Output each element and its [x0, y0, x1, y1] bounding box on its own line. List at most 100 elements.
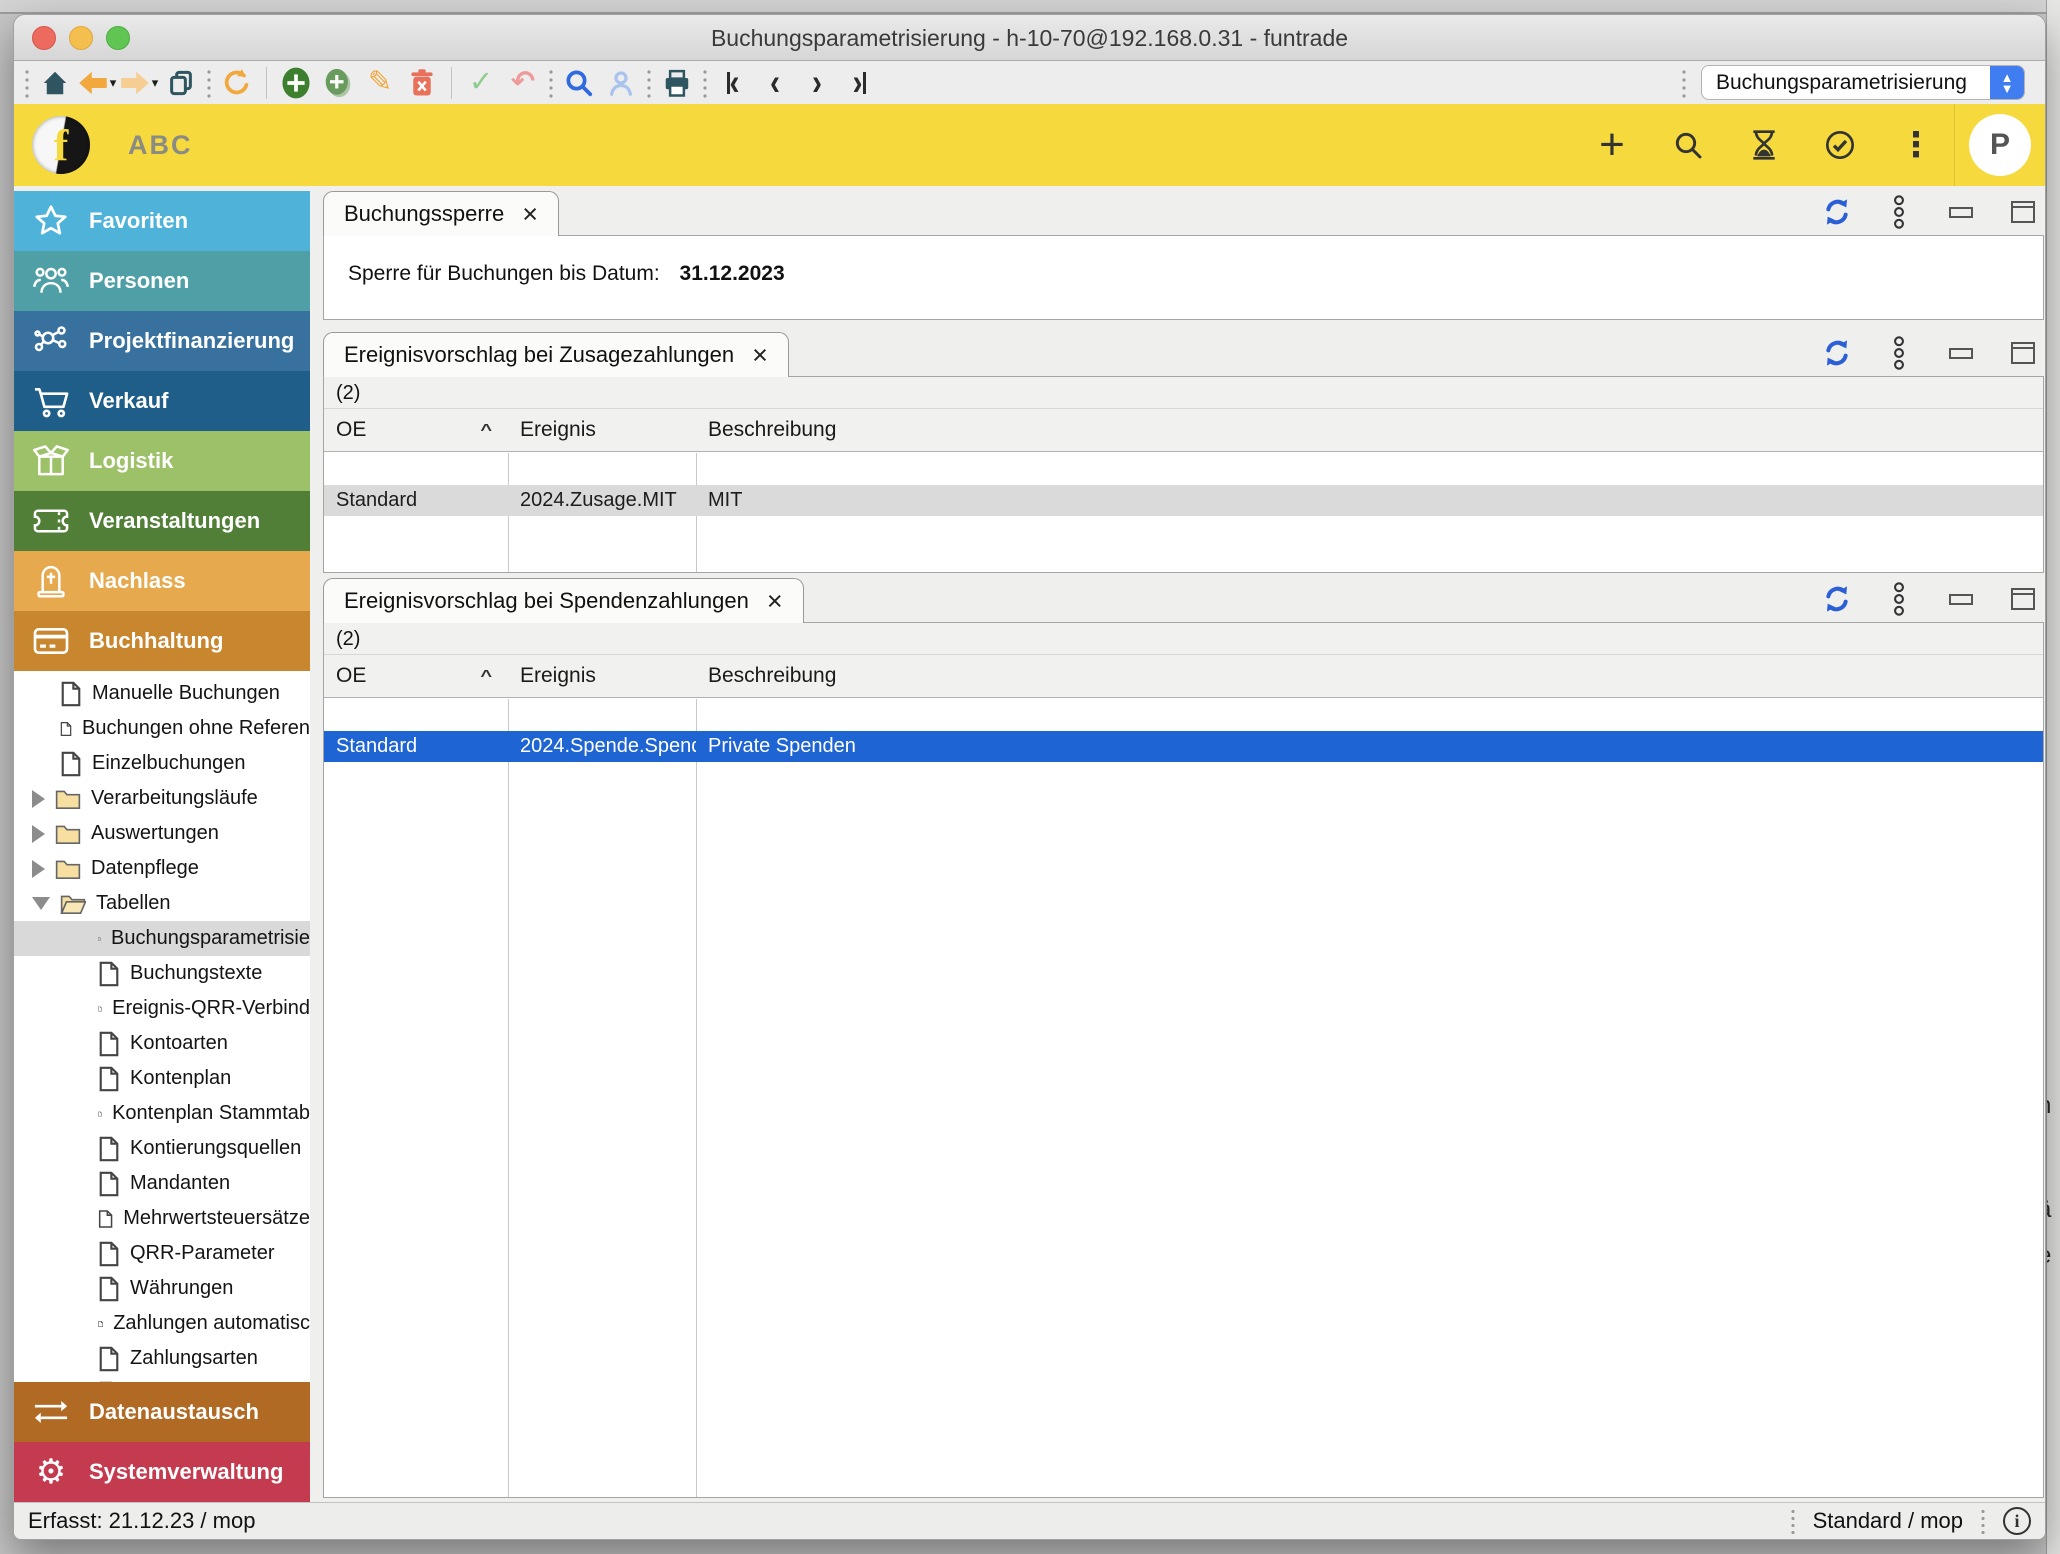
collapse-caret-icon[interactable] — [32, 897, 50, 910]
edit-pencil-button[interactable]: ✎ — [359, 66, 401, 100]
tree-item-kontierungsquellen[interactable]: Kontierungsquellen — [14, 1131, 310, 1166]
column-header-beschreibung[interactable]: Beschreibung — [696, 664, 2043, 688]
windows-button[interactable] — [160, 66, 202, 100]
refresh-button[interactable] — [216, 66, 258, 100]
sidebar-item-buchhaltung[interactable]: Buchhaltung — [14, 611, 310, 671]
tree-folder-tabellen[interactable]: Tabellen — [14, 886, 310, 921]
tree-item-buchungsparametrisierung-selected[interactable]: Buchungsparametrisie — [14, 921, 310, 956]
tree-item-buchungen-ohne-referenz[interactable]: Buchungen ohne Referen — [14, 711, 310, 746]
titlebar: Buchungsparametrisierung - h-10-70@192.1… — [14, 15, 2045, 61]
sidebar-item-personen[interactable]: Personen — [14, 251, 310, 311]
tree-item-mehrwertsteuersaetze[interactable]: Mehrwertsteuersätze — [14, 1201, 310, 1236]
statusbar-drag-handle[interactable] — [1789, 1508, 1797, 1534]
sidebar-item-systemverwaltung[interactable]: ⚙ Systemverwaltung — [14, 1442, 310, 1502]
tab-buchungssperre[interactable]: Buchungssperre × — [323, 191, 559, 236]
previous-record-button[interactable]: ‹ — [754, 66, 796, 100]
view-selector-dropdown[interactable]: Buchungsparametrisierung ▲▼ — [1701, 65, 2025, 100]
panel-refresh-button[interactable] — [1820, 195, 1854, 229]
table-row-empty[interactable] — [324, 699, 2043, 731]
tasks-check-button[interactable] — [1802, 104, 1878, 186]
close-tab-icon[interactable]: × — [752, 342, 768, 369]
panel-minimize-button[interactable] — [1944, 582, 1978, 616]
search-person-button[interactable] — [600, 66, 642, 100]
expand-caret-icon[interactable] — [32, 790, 45, 808]
panel-refresh-button[interactable] — [1820, 582, 1854, 616]
confirm-check-button[interactable]: ✓ — [460, 66, 502, 100]
tab-spendenzahlungen[interactable]: Ereignisvorschlag bei Spendenzahlungen × — [323, 578, 804, 623]
panel-menu-button[interactable] — [1882, 195, 1916, 229]
sidebar-item-verkauf[interactable]: Verkauf — [14, 371, 310, 431]
search-button[interactable] — [558, 66, 600, 100]
sidebar-item-favoriten[interactable]: Favoriten — [14, 191, 310, 251]
table-row[interactable]: Standard 2024.Zusage.MIT MIT — [324, 485, 2043, 516]
next-record-button[interactable]: › — [796, 66, 838, 100]
sidebar-item-nachlass[interactable]: Nachlass — [14, 551, 310, 611]
panel-maximize-button[interactable] — [2006, 582, 2040, 616]
close-tab-icon[interactable]: × — [522, 201, 538, 228]
tree-item-manuelle-buchungen[interactable]: Manuelle Buchungen — [14, 676, 310, 711]
expand-caret-icon[interactable] — [32, 860, 45, 878]
last-record-button[interactable]: › — [838, 66, 880, 100]
background-text-fragment: n — [2046, 1092, 2051, 1120]
sort-asc-icon: ^ — [480, 667, 492, 685]
panel-refresh-button[interactable] — [1820, 336, 1854, 370]
panel-minimize-button[interactable] — [1944, 195, 1978, 229]
user-avatar[interactable]: P — [1969, 114, 2031, 176]
toolbar-drag-handle[interactable] — [23, 68, 31, 98]
panel-maximize-button[interactable] — [2006, 336, 2040, 370]
history-hourglass-button[interactable] — [1726, 104, 1802, 186]
sidebar-item-veranstaltungen[interactable]: Veranstaltungen — [14, 491, 310, 551]
tree-item-einzelbuchungen[interactable]: Einzelbuchungen — [14, 746, 310, 781]
tree-item-qrr-parameter[interactable]: QRR-Parameter — [14, 1236, 310, 1271]
back-button[interactable]: ▾ — [76, 66, 118, 100]
back-history-dropdown-icon[interactable]: ▾ — [110, 75, 117, 91]
dropdown-stepper-icon[interactable]: ▲▼ — [1990, 65, 2024, 100]
background-window-strip: n : ä e — [2046, 0, 2060, 1554]
expand-caret-icon[interactable] — [32, 825, 45, 843]
column-header-ereignis[interactable]: Ereignis — [508, 664, 696, 688]
print-button[interactable] — [656, 66, 698, 100]
panel-minimize-button[interactable] — [1944, 336, 1978, 370]
tree-item-buchungstexte[interactable]: Buchungstexte — [14, 956, 310, 991]
sidebar-item-logistik[interactable]: Logistik — [14, 431, 310, 491]
sidebar-item-projektfinanzierung[interactable]: Projektfinanzierung — [14, 311, 310, 371]
tree-item-waehrungen[interactable]: Währungen — [14, 1271, 310, 1306]
add-copy-button[interactable] — [317, 66, 359, 100]
sperre-field: Sperre für Buchungen bis Datum: 31.12.20… — [324, 236, 2043, 286]
new-item-button[interactable]: + — [1574, 104, 1650, 186]
global-search-button[interactable] — [1650, 104, 1726, 186]
forward-button[interactable]: ▾ — [118, 66, 160, 100]
tree-item-mandanten[interactable]: Mandanten — [14, 1166, 310, 1201]
panel-menu-button[interactable] — [1882, 336, 1916, 370]
tree-item-kontenplan-stammtabelle[interactable]: Kontenplan Stammtab — [14, 1096, 310, 1131]
panel-maximize-button[interactable] — [2006, 195, 2040, 229]
table-row-selected[interactable]: Standard 2024.Spende.Spend Private Spend… — [324, 731, 2043, 762]
tree-item-kontoarten[interactable]: Kontoarten — [14, 1026, 310, 1061]
tree-folder-auswertungen[interactable]: Auswertungen — [14, 816, 310, 851]
forward-history-dropdown-icon[interactable]: ▾ — [152, 75, 159, 91]
column-header-beschreibung[interactable]: Beschreibung — [696, 418, 2043, 442]
statusbar-drag-handle[interactable] — [1979, 1508, 1987, 1534]
table-row-empty[interactable] — [324, 453, 2043, 485]
column-header-oe[interactable]: OE ^ — [324, 418, 508, 442]
home-button[interactable] — [34, 66, 76, 100]
tree-folder-datenpflege[interactable]: Datenpflege — [14, 851, 310, 886]
sidebar-item-datenaustausch[interactable]: Datenaustausch — [14, 1382, 310, 1442]
column-header-oe[interactable]: OE ^ — [324, 664, 508, 688]
delete-trash-button[interactable] — [401, 66, 443, 100]
tree-item-zahlungen-automatisch[interactable]: Zahlungen automatisc — [14, 1306, 310, 1341]
add-button[interactable] — [275, 66, 317, 100]
close-tab-icon[interactable]: × — [767, 588, 783, 615]
tree-folder-verarbeitungslaeufe[interactable]: Verarbeitungsläufe — [14, 781, 310, 816]
overflow-menu-button[interactable]: ⋮ — [1878, 104, 1954, 186]
undo-button[interactable]: ↶ — [502, 66, 544, 100]
tree-item-ereignis-qrr-verbindung[interactable]: Ereignis-QRR-Verbind — [14, 991, 310, 1026]
tab-zusagezahlungen[interactable]: Ereignisvorschlag bei Zusagezahlungen × — [323, 332, 789, 377]
column-header-ereignis[interactable]: Ereignis — [508, 418, 696, 442]
panel-menu-button[interactable] — [1882, 582, 1916, 616]
tree-item-zahlungsarten[interactable]: Zahlungsarten — [14, 1341, 310, 1376]
info-icon[interactable]: i — [2003, 1507, 2031, 1535]
combo-drag-handle[interactable] — [1680, 68, 1688, 98]
tree-item-kontenplan[interactable]: Kontenplan — [14, 1061, 310, 1096]
first-record-button[interactable]: ‹ — [712, 66, 754, 100]
